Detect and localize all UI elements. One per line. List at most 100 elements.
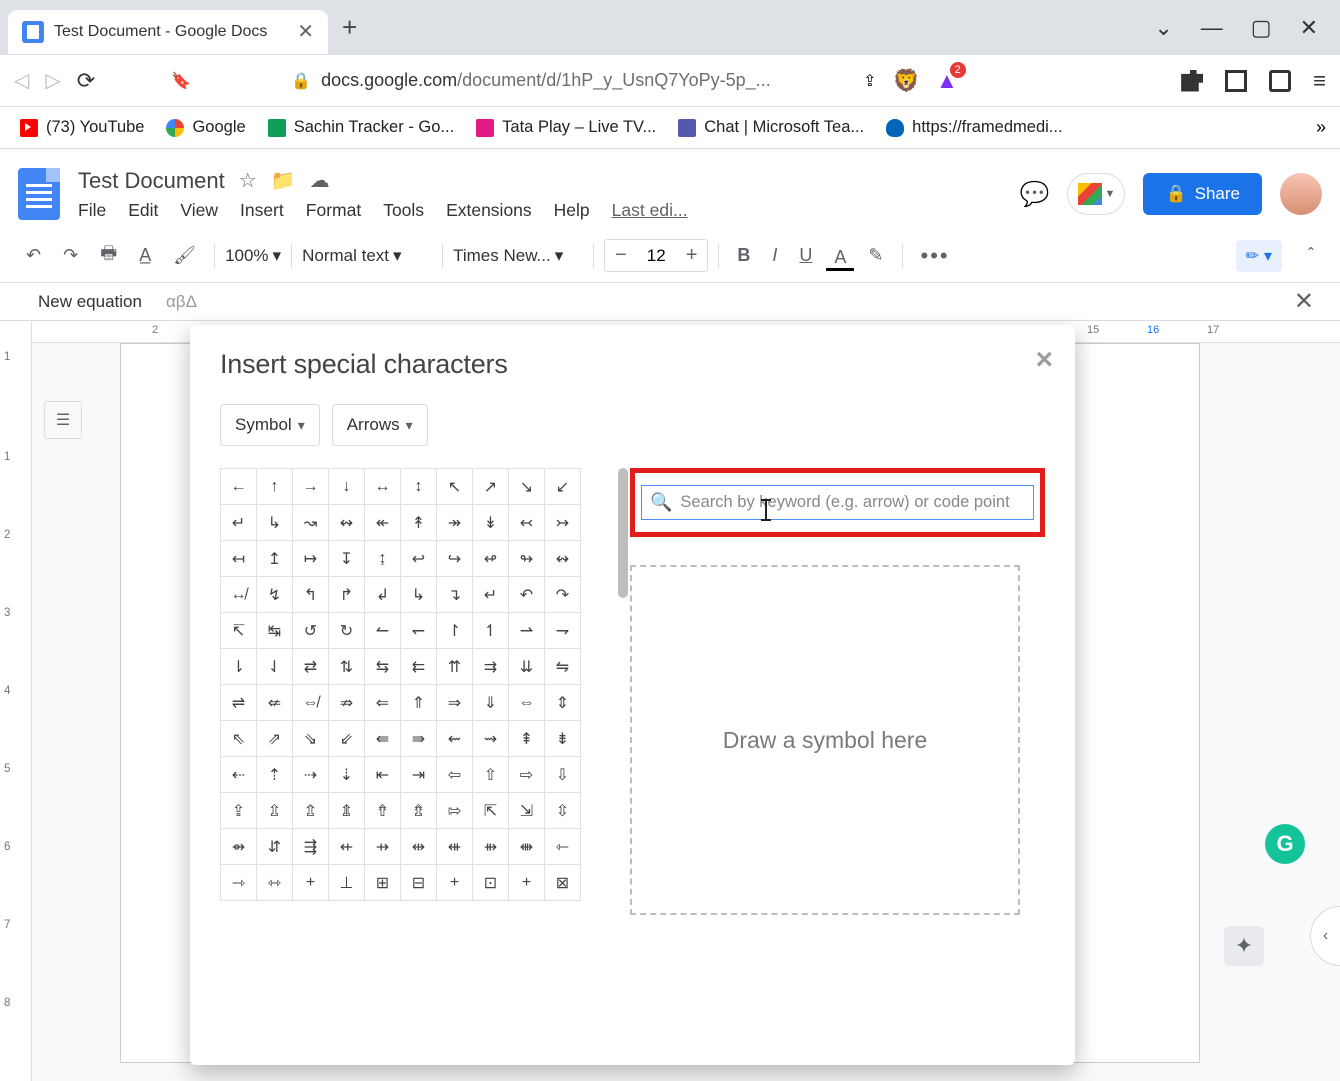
new-equation-button[interactable]: New equation bbox=[38, 292, 142, 312]
close-dialog-button[interactable]: × bbox=[1035, 343, 1053, 377]
character-cell[interactable]: ⇚ bbox=[365, 721, 401, 757]
character-cell[interactable]: ⇪ bbox=[221, 793, 257, 829]
menu-tools[interactable]: Tools bbox=[383, 200, 424, 221]
meet-button[interactable]: ▼ bbox=[1067, 173, 1125, 215]
character-cell[interactable]: ⇐ bbox=[365, 685, 401, 721]
character-cell[interactable]: ↧ bbox=[329, 541, 365, 577]
character-cell[interactable]: ↻ bbox=[329, 613, 365, 649]
character-cell[interactable]: ⇜ bbox=[437, 721, 473, 757]
docs-home-icon[interactable] bbox=[18, 168, 60, 220]
bookmark-page-icon[interactable]: 🔖 bbox=[171, 71, 191, 91]
spellcheck-button[interactable]: A̲ bbox=[131, 239, 159, 272]
character-cell[interactable]: ⇿ bbox=[257, 865, 293, 901]
character-cell[interactable]: ↱ bbox=[329, 577, 365, 613]
highlight-color-button[interactable]: ✎ bbox=[860, 239, 891, 272]
character-cell[interactable]: ↰ bbox=[293, 577, 329, 613]
character-cell[interactable]: ↡ bbox=[473, 505, 509, 541]
character-cell[interactable]: ↷ bbox=[545, 577, 581, 613]
bookmark-framed[interactable]: https://framedmedi... bbox=[880, 114, 1068, 141]
italic-button[interactable]: I bbox=[764, 239, 785, 272]
character-cell[interactable]: ⇢ bbox=[293, 757, 329, 793]
character-cell[interactable]: ⇉ bbox=[473, 649, 509, 685]
bookmark-google[interactable]: Google bbox=[160, 114, 251, 141]
character-cell[interactable]: ↢ bbox=[509, 505, 545, 541]
menu-insert[interactable]: Insert bbox=[240, 200, 284, 221]
character-cell[interactable]: ⇘ bbox=[293, 721, 329, 757]
character-cell[interactable]: ↭ bbox=[329, 505, 365, 541]
character-cell[interactable]: ↙ bbox=[545, 469, 581, 505]
grammarly-icon[interactable]: G bbox=[1265, 824, 1305, 864]
browser-tab[interactable]: Test Document - Google Docs ✕ bbox=[8, 10, 328, 54]
character-cell[interactable]: ⇯ bbox=[401, 793, 437, 829]
character-cell[interactable]: → bbox=[293, 469, 329, 505]
character-cell[interactable]: ⇲ bbox=[509, 793, 545, 829]
character-cell[interactable]: ↺ bbox=[293, 613, 329, 649]
undo-button[interactable]: ↶ bbox=[18, 239, 49, 272]
character-cell[interactable]: ⇕ bbox=[545, 685, 581, 721]
character-cell[interactable]: ↬ bbox=[509, 541, 545, 577]
character-cell[interactable]: ↦ bbox=[293, 541, 329, 577]
text-color-button[interactable]: A bbox=[826, 241, 854, 271]
character-cell[interactable]: ↨ bbox=[365, 541, 401, 577]
explore-button[interactable]: ✦ bbox=[1224, 926, 1264, 966]
document-outline-button[interactable]: ☰ bbox=[44, 401, 82, 439]
character-cell[interactable]: ⇖ bbox=[221, 721, 257, 757]
character-cell[interactable]: ↼ bbox=[365, 613, 401, 649]
character-cell[interactable]: ⇊ bbox=[509, 649, 545, 685]
character-cell[interactable]: ⊡ bbox=[473, 865, 509, 901]
character-cell[interactable]: ⇛ bbox=[401, 721, 437, 757]
character-cell[interactable]: ⇈ bbox=[437, 649, 473, 685]
bold-button[interactable]: B bbox=[729, 239, 758, 272]
menu-help[interactable]: Help bbox=[554, 200, 590, 221]
character-cell[interactable]: ↯ bbox=[257, 577, 293, 613]
character-cell[interactable]: ⊟ bbox=[401, 865, 437, 901]
character-cell[interactable]: ↫ bbox=[473, 541, 509, 577]
character-cell[interactable]: ⇼ bbox=[509, 829, 545, 865]
character-cell[interactable]: ⇺ bbox=[437, 829, 473, 865]
character-cell[interactable]: ↸ bbox=[221, 613, 257, 649]
increase-size-button[interactable]: + bbox=[676, 240, 708, 271]
decrease-size-button[interactable]: − bbox=[605, 240, 637, 271]
forward-button[interactable]: ▷ bbox=[45, 68, 60, 93]
character-cell[interactable]: ⇰ bbox=[437, 793, 473, 829]
character-cell[interactable]: ⇗ bbox=[257, 721, 293, 757]
character-cell[interactable]: ↣ bbox=[545, 505, 581, 541]
grid-scrollbar[interactable] bbox=[618, 468, 628, 598]
character-cell[interactable]: ⇟ bbox=[545, 721, 581, 757]
character-cell[interactable]: ⊞ bbox=[365, 865, 401, 901]
character-cell[interactable]: ↶ bbox=[509, 577, 545, 613]
reload-button[interactable]: ⟳ bbox=[77, 68, 95, 94]
character-cell[interactable]: ⇻ bbox=[473, 829, 509, 865]
star-icon[interactable]: ☆ bbox=[239, 168, 257, 193]
character-cell[interactable]: ↴ bbox=[437, 577, 473, 613]
character-cell[interactable]: ↳ bbox=[257, 505, 293, 541]
close-equation-bar[interactable]: ✕ bbox=[1294, 287, 1314, 316]
bookmark-youtube[interactable]: (73) YouTube bbox=[14, 114, 150, 141]
character-cell[interactable]: ⇝ bbox=[473, 721, 509, 757]
character-cell[interactable]: ⇵ bbox=[257, 829, 293, 865]
character-cell[interactable]: ⇅ bbox=[329, 649, 365, 685]
move-icon[interactable]: 📁 bbox=[271, 168, 296, 193]
subcategory-select[interactable]: Arrows bbox=[332, 404, 428, 446]
character-cell[interactable]: ↽ bbox=[401, 613, 437, 649]
character-cell[interactable]: ← bbox=[221, 469, 257, 505]
character-cell[interactable]: + bbox=[437, 865, 473, 901]
character-cell[interactable]: ⇍ bbox=[257, 685, 293, 721]
character-cell[interactable]: ⇱ bbox=[473, 793, 509, 829]
character-cell[interactable]: ↞ bbox=[365, 505, 401, 541]
collapse-toolbar-button[interactable]: ˆ bbox=[1300, 239, 1322, 272]
user-avatar[interactable] bbox=[1280, 173, 1322, 215]
character-cell[interactable]: ⇞ bbox=[509, 721, 545, 757]
character-cell[interactable]: ↘ bbox=[509, 469, 545, 505]
character-cell[interactable]: ↿ bbox=[473, 613, 509, 649]
maximize-button[interactable]: ▢ bbox=[1251, 15, 1272, 41]
character-cell[interactable]: ↕ bbox=[401, 469, 437, 505]
character-cell[interactable]: ↝ bbox=[293, 505, 329, 541]
character-cell[interactable]: ↓ bbox=[329, 469, 365, 505]
character-cell[interactable]: ↹ bbox=[257, 613, 293, 649]
character-cell[interactable]: ⇬ bbox=[293, 793, 329, 829]
character-cell[interactable]: ⇄ bbox=[293, 649, 329, 685]
draw-symbol-area[interactable]: Draw a symbol here bbox=[630, 565, 1020, 915]
extensions-icon[interactable] bbox=[1181, 70, 1203, 92]
character-cell[interactable]: ⇶ bbox=[293, 829, 329, 865]
